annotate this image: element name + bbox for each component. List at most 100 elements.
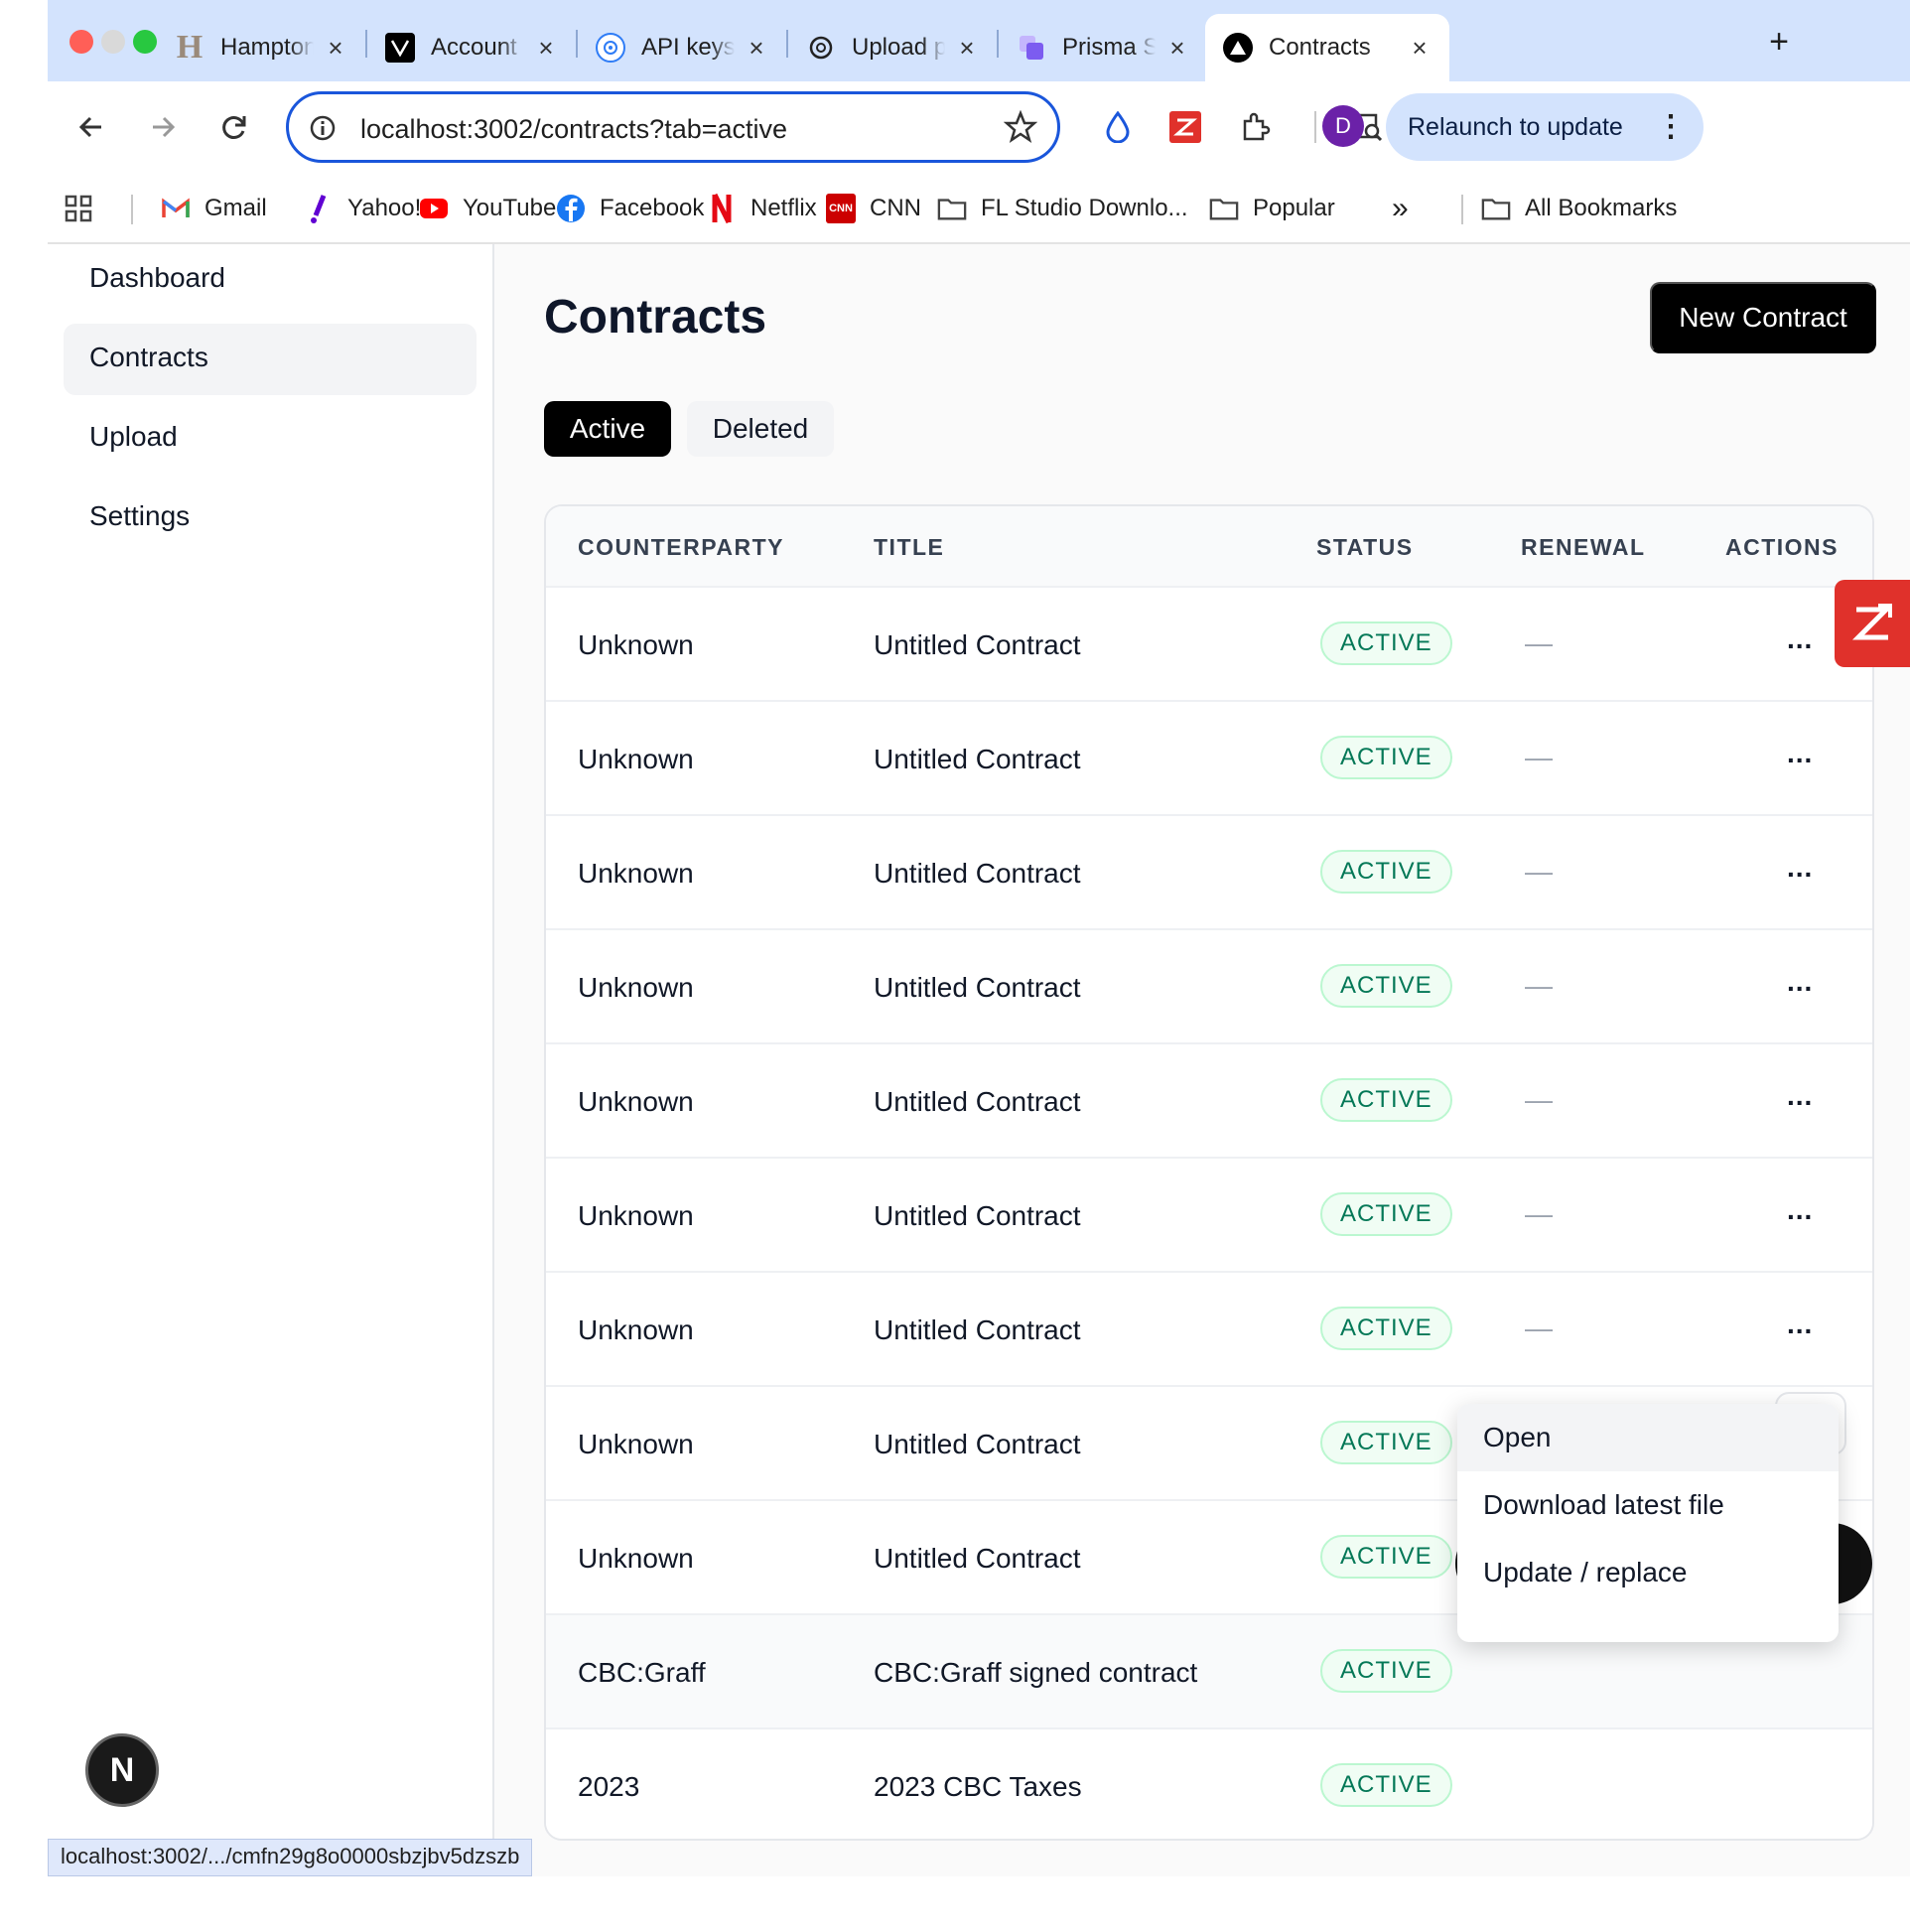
tab-prisma-studio[interactable]: Prisma Stu × (999, 14, 1207, 81)
raindrop-extension-icon[interactable] (1096, 105, 1140, 149)
table-row[interactable]: Unknown Untitled Contract ACTIVE —... (546, 1157, 1872, 1271)
tab-active[interactable]: Active (544, 401, 671, 457)
tab-hampton[interactable]: H Hampton E × (157, 14, 365, 81)
tab-account[interactable]: Account × (367, 14, 576, 81)
row-actions-ellipsis-icon[interactable]: ... (1787, 738, 1813, 769)
table-row[interactable]: Unknown Untitled Contract ACTIVE —... (546, 700, 1872, 814)
row-actions-ellipsis-icon[interactable]: ... (1787, 1309, 1813, 1340)
bookmark-label: CNN (870, 195, 921, 221)
bookmark-youtube[interactable]: YouTube (419, 187, 556, 230)
facebook-icon (556, 194, 586, 223)
bookmark-popular-folder[interactable]: Popular (1209, 187, 1335, 230)
menu-item-open[interactable]: Open (1457, 1404, 1839, 1471)
bookmarks-bar: Gmail Yahoo! YouTube Facebook Netflix CN… (48, 173, 1910, 244)
bookmark-cnn[interactable]: CNN CNN (826, 187, 921, 230)
bookmark-yahoo[interactable]: Yahoo! (304, 187, 421, 230)
table-row[interactable]: Unknown Untitled Contract ACTIVE —... (546, 1042, 1872, 1157)
table-row[interactable]: 2023 2023 CBC Taxes ACTIVE (546, 1727, 1872, 1839)
status-badge: ACTIVE (1320, 1763, 1452, 1807)
bookmark-star-icon[interactable] (1004, 110, 1037, 144)
status-badge: ACTIVE (1320, 621, 1452, 665)
tab-label: Account (431, 34, 517, 61)
arrow-right-icon (153, 116, 176, 138)
cell-title: Untitled Contract (874, 744, 1081, 774)
row-actions-ellipsis-icon[interactable]: ... (1787, 1194, 1813, 1226)
tab-close-icon[interactable]: × (743, 34, 770, 62)
cell-title: 2023 CBC Taxes (874, 1771, 1082, 1802)
tab-close-icon[interactable]: × (1163, 34, 1191, 62)
row-actions-ellipsis-icon[interactable]: ... (1787, 623, 1813, 655)
tab-upload[interactable]: Upload pa × (788, 14, 997, 81)
nextjs-dev-badge[interactable]: N (85, 1733, 159, 1807)
row-actions-ellipsis-icon[interactable]: ... (1787, 852, 1813, 884)
tab-label: Prisma Stu (1062, 34, 1156, 61)
new-tab-button[interactable]: + (1757, 20, 1801, 64)
tab-deleted[interactable]: Deleted (687, 401, 834, 457)
tab-close-icon[interactable]: × (1406, 34, 1433, 62)
status-badge: ACTIVE (1320, 1649, 1452, 1693)
cell-renewal: — (1525, 970, 1553, 1001)
table-row[interactable]: Unknown Untitled Contract ACTIVE —... (546, 814, 1872, 928)
bookmark-label: FL Studio Downlo... (981, 195, 1188, 221)
back-button[interactable] (68, 103, 115, 151)
tab-close-icon[interactable]: × (322, 34, 349, 62)
cell-title: Untitled Contract (874, 1429, 1081, 1459)
zotero-floating-button[interactable] (1835, 580, 1910, 667)
sidebar-item-contracts[interactable]: Contracts (64, 324, 477, 395)
row-actions-ellipsis-icon[interactable]: ... (1787, 1080, 1813, 1112)
bookmark-gmail[interactable]: Gmail (161, 187, 267, 230)
tab-close-icon[interactable]: × (953, 34, 981, 62)
bookmark-facebook[interactable]: Facebook (556, 187, 704, 230)
new-contract-button[interactable]: New Contract (1650, 282, 1876, 353)
profile-avatar[interactable]: D (1322, 105, 1364, 147)
bookmarks-overflow-chevron-icon[interactable]: » (1392, 187, 1409, 230)
tab-close-icon[interactable]: × (532, 34, 560, 62)
table-header: COUNTERPARTY TITLE STATUS RENEWAL ACTION… (546, 506, 1872, 586)
status-badge: ACTIVE (1320, 1421, 1452, 1464)
table-row[interactable]: Unknown Untitled Contract ACTIVE —... (546, 586, 1872, 700)
row-actions-ellipsis-icon[interactable]: ... (1787, 966, 1813, 998)
cell-counterparty: Unknown (578, 1429, 694, 1459)
status-badge: ACTIVE (1320, 1192, 1452, 1236)
gmail-icon (161, 194, 191, 223)
table-row[interactable]: Unknown Untitled Contract ACTIVE —... (546, 1271, 1872, 1385)
tab-label: Hampton E (220, 34, 314, 61)
tab-label: API keys - (641, 34, 735, 61)
sidebar-item-settings[interactable]: Settings (64, 483, 477, 554)
table-row[interactable]: Unknown Untitled Contract ACTIVE —... (546, 928, 1872, 1042)
tab-contracts[interactable]: Contracts × (1205, 14, 1449, 81)
close-window-button[interactable] (69, 30, 93, 54)
cell-renewal: — (1525, 1198, 1553, 1229)
zotero-z-icon (1851, 604, 1893, 640)
reload-button[interactable] (210, 103, 258, 151)
cell-counterparty: Unknown (578, 858, 694, 889)
zotero-extension-icon[interactable] (1163, 105, 1207, 149)
column-header-actions: ACTIONS (1725, 534, 1839, 560)
site-info-icon[interactable] (309, 114, 337, 142)
extensions-puzzle-icon[interactable] (1233, 105, 1277, 149)
bookmark-label: YouTube (463, 195, 557, 221)
cell-counterparty: Unknown (578, 1543, 694, 1574)
minimize-window-button[interactable] (101, 30, 125, 54)
bookmark-netflix[interactable]: Netflix (707, 187, 817, 230)
apps-grid-button[interactable] (64, 187, 93, 230)
page-title: Contracts (544, 291, 767, 344)
tab-api-keys[interactable]: API keys - × (578, 14, 786, 81)
bookmark-label: Gmail (205, 195, 267, 221)
menu-item-download-latest-file[interactable]: Download latest file (1457, 1471, 1839, 1539)
bookmark-label: Facebook (600, 195, 705, 221)
menu-item-update-replace[interactable]: Update / replace (1457, 1539, 1839, 1606)
all-bookmarks-folder[interactable]: All Bookmarks (1481, 187, 1677, 230)
url-text[interactable]: localhost:3002/contracts?tab=active (360, 114, 787, 145)
address-bar[interactable]: localhost:3002/contracts?tab=active (286, 91, 1060, 163)
status-bar-url: localhost:3002/.../cmfn29g8o0000sbzjbv5d… (48, 1839, 533, 1876)
cell-title: CBC:Graff signed contract (874, 1657, 1198, 1688)
bookmark-fl-studio-folder[interactable]: FL Studio Downlo... (937, 187, 1188, 230)
forward-button[interactable] (139, 103, 187, 151)
relaunch-to-update-button[interactable]: Relaunch to update ⋮ (1386, 93, 1704, 161)
more-vert-icon[interactable]: ⋮ (1656, 107, 1686, 147)
sidebar-item-upload[interactable]: Upload (64, 403, 477, 475)
bookmark-separator (1461, 195, 1463, 224)
zoom-window-button[interactable] (133, 30, 157, 54)
sidebar-item-dashboard[interactable]: Dashboard (64, 244, 477, 316)
